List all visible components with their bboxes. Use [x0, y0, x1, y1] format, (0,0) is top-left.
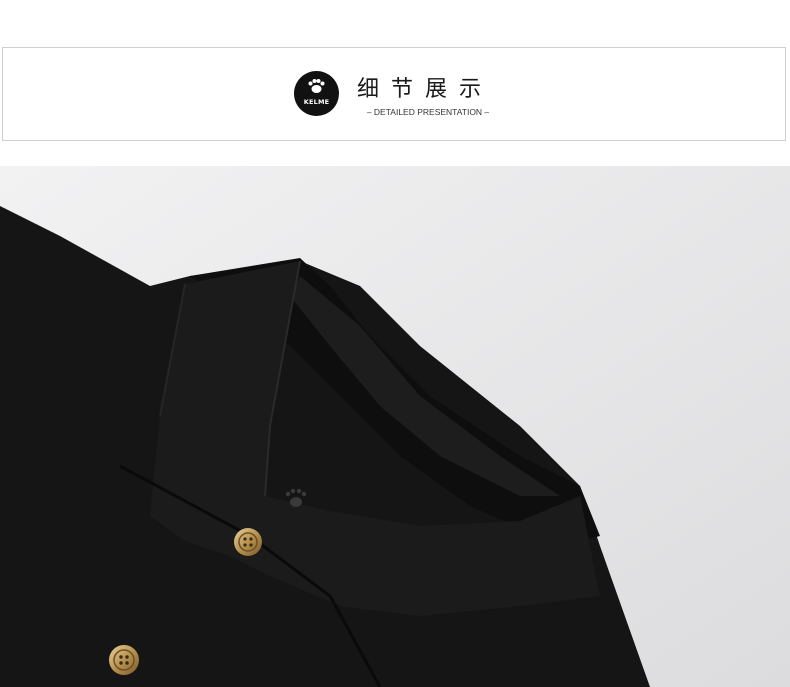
logo-text: KELME	[303, 98, 330, 106]
section-header: KELME 细节展示 – DETAILED PRESENTATION –	[2, 47, 786, 141]
product-detail-photo	[0, 166, 790, 687]
button-top	[234, 528, 262, 556]
section-title-en: – DETAILED PRESENTATION –	[366, 107, 490, 117]
paw-icon	[308, 79, 325, 93]
button-bottom	[109, 645, 139, 675]
section-title-cn: 细节展示	[357, 77, 494, 102]
kelme-logo: KELME	[294, 71, 339, 116]
